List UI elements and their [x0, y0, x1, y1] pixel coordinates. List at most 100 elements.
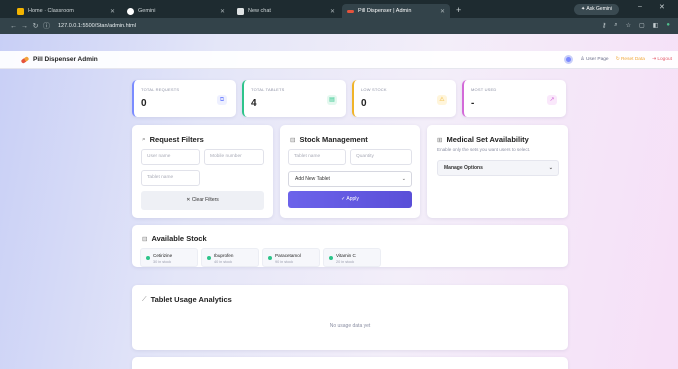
- manage-options-label: Manage Options: [444, 165, 483, 171]
- stat-label: TOTAL TABLETS: [251, 87, 285, 92]
- app-viewport: Pill Dispenser Admin ♙ User Page ↻ Reset…: [0, 34, 678, 369]
- theme-toggle-icon[interactable]: [564, 55, 574, 64]
- browser-tab[interactable]: New chat ✕: [232, 4, 340, 18]
- logout-label: Logout: [657, 57, 672, 62]
- stock-item-name: Cetirizine: [153, 253, 173, 258]
- profile-icon[interactable]: ●: [666, 22, 670, 29]
- panel-title: ⊟ Stock Management: [290, 135, 368, 144]
- stat-label: LOW STOCK: [361, 87, 387, 92]
- in-stock-dot-icon: [207, 256, 211, 260]
- minimize-button[interactable]: –: [638, 3, 642, 10]
- stat-card-total-tablets: TOTAL TABLETS 4 ▤: [242, 80, 346, 117]
- mobile-number-input[interactable]: Mobile number: [204, 149, 264, 165]
- pill-icon: [20, 55, 30, 64]
- new-tab-button[interactable]: +: [456, 4, 461, 18]
- zoom-icon[interactable]: ⌕: [614, 22, 617, 29]
- extensions-icon[interactable]: ▢: [639, 22, 645, 29]
- header-actions: ♙ User Page ↻ Reset Data ⇥ Logout: [564, 55, 672, 64]
- package-icon: ⊟: [290, 136, 296, 144]
- quantity-input[interactable]: Quantity: [350, 149, 412, 165]
- app-header: Pill Dispenser Admin ♙ User Page ↻ Reset…: [0, 51, 678, 69]
- tab-title: Pill Dispenser | Admin: [358, 8, 412, 14]
- chevron-down-icon: ⌄: [548, 165, 553, 171]
- search-icon: ⌕: [142, 135, 146, 143]
- apply-button[interactable]: ✓ Apply: [288, 191, 412, 208]
- user-name-input[interactable]: User name: [141, 149, 200, 165]
- key-icon[interactable]: ⚷: [602, 22, 606, 29]
- request-filters-panel: ⌕ Request Filters User name Mobile numbe…: [132, 125, 273, 218]
- stock-item: Cetirizine 30 in stock: [140, 248, 198, 267]
- stock-management-panel: ⊟ Stock Management Tablet name Quantity …: [280, 125, 420, 218]
- tablet-name-input[interactable]: Tablet name: [288, 149, 346, 165]
- tab-close-icon[interactable]: ✕: [440, 8, 445, 15]
- tablet-select[interactable]: Add New Tablet ⌄: [288, 171, 412, 187]
- tab-title: Gemini: [138, 8, 156, 14]
- stock-item-qty: 40 in stock: [214, 259, 233, 264]
- available-stock-title: Available Stock: [151, 234, 207, 243]
- usage-analytics-panel: ⟋ Tablet Usage Analytics No usage data y…: [132, 285, 568, 350]
- browser-tab[interactable]: Home · Classroom ✕: [12, 4, 120, 18]
- reset-data-label: Reset Data: [620, 57, 645, 62]
- browser-tab-bar: Home · Classroom ✕ Gemini ✕ New chat ✕ P…: [0, 0, 678, 18]
- in-stock-dot-icon: [146, 256, 150, 260]
- in-stock-dot-icon: [329, 256, 333, 260]
- medical-set-panel: ⊞ Medical Set Availability Enable only t…: [427, 125, 568, 218]
- tab-title: Home · Classroom: [28, 8, 74, 14]
- next-panel: [132, 357, 568, 369]
- stock-item-name: Paracetamol: [275, 253, 301, 258]
- user-page-button[interactable]: ♙ User Page: [580, 57, 608, 62]
- tab-close-icon[interactable]: ✕: [220, 8, 225, 15]
- sidebar-icon[interactable]: ◧: [653, 22, 659, 29]
- stock-item-name: Vitamin C: [336, 253, 356, 258]
- stat-value: 4: [251, 98, 257, 109]
- tab-close-icon[interactable]: ✕: [110, 8, 115, 15]
- browser-tab[interactable]: Gemini ✕: [122, 4, 230, 18]
- logout-button[interactable]: ⇥ Logout: [652, 57, 672, 62]
- stat-value: 0: [361, 98, 367, 109]
- site-info-icon[interactable]: ⓘ: [41, 21, 52, 31]
- chart-icon: ⟋: [142, 295, 147, 303]
- panel-title: ⌕ Request Filters: [142, 135, 204, 144]
- tablet-select-value: Add New Tablet: [295, 176, 330, 182]
- back-icon[interactable]: ←: [8, 23, 19, 30]
- stock-item-qty: 30 in stock: [153, 259, 172, 264]
- classroom-icon: [17, 7, 24, 15]
- bookmark-star-icon[interactable]: ☆: [626, 22, 631, 29]
- stat-card-most-used: MOST USED - ↗: [462, 80, 566, 117]
- stock-item-qty: 20 in stock: [336, 259, 355, 264]
- trending-icon: ↗: [547, 95, 557, 105]
- brand: Pill Dispenser Admin: [20, 55, 98, 64]
- medical-kit-icon: ⊞: [437, 136, 443, 144]
- stat-label: MOST USED: [471, 87, 497, 92]
- brand-title: Pill Dispenser Admin: [33, 56, 98, 63]
- clear-filters-button[interactable]: ✕ Clear Filters: [141, 191, 264, 210]
- manage-options-dropdown[interactable]: Manage Options ⌄: [437, 160, 559, 176]
- browser-tab-active[interactable]: Pill Dispenser | Admin ✕: [342, 4, 450, 18]
- forward-icon[interactable]: →: [19, 23, 30, 30]
- tab-title: New chat: [248, 8, 271, 14]
- stat-label: TOTAL REQUESTS: [141, 87, 180, 92]
- analytics-title: Tablet Usage Analytics: [150, 295, 232, 304]
- pill-favicon-icon: [347, 9, 354, 13]
- url-field[interactable]: 127.0.0.1:5500/Stan/admin.html: [58, 23, 136, 29]
- reload-icon[interactable]: ↻: [30, 22, 41, 30]
- browser-toolbar: ⚷ ⌕ ☆ ▢ ◧ ●: [602, 22, 670, 29]
- request-filters-title: Request Filters: [149, 135, 204, 144]
- reset-data-button[interactable]: ↻ Reset Data: [616, 57, 645, 62]
- box-icon: ⊟: [142, 235, 148, 243]
- stat-card-total-requests: TOTAL REQUESTS 0 ⧉: [132, 80, 236, 117]
- tablet-filter-input[interactable]: Tablet name: [141, 170, 200, 186]
- tab-close-icon[interactable]: ✕: [330, 8, 335, 15]
- panel-title: ⊞ Medical Set Availability: [437, 135, 529, 144]
- address-bar: ← → ↻ ⓘ 127.0.0.1:5500/Stan/admin.html ⚷…: [0, 18, 678, 34]
- stat-card-low-stock: LOW STOCK 0 ⚠: [352, 80, 456, 117]
- analytics-empty-message: No usage data yet: [329, 323, 371, 329]
- stock-item: Paracetamol 90 in stock: [262, 248, 320, 267]
- user-page-label: User Page: [585, 57, 609, 62]
- stock-item: Ibuprofen 40 in stock: [201, 248, 259, 267]
- google-icon: [127, 7, 134, 15]
- chevron-down-icon: ⌄: [401, 176, 406, 182]
- close-window-button[interactable]: ✕: [659, 3, 665, 11]
- in-stock-dot-icon: [268, 256, 272, 260]
- ask-gemini-button[interactable]: ✦ Ask Gemini: [574, 4, 619, 15]
